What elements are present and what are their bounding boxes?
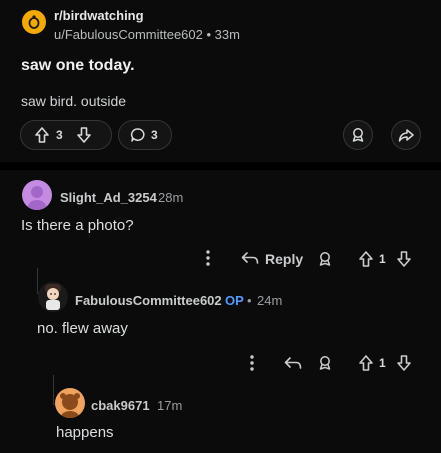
op-badge: OP: [225, 293, 244, 308]
comment-thread: Slight_Ad_3254 28m Is there a photo? Rep…: [0, 170, 441, 453]
post-body: saw bird. outside: [21, 93, 127, 109]
post-meta: u/FabulousCommittee602 • 33m: [54, 27, 240, 42]
meta-separator: •: [247, 293, 252, 308]
subreddit-icon[interactable]: [22, 10, 46, 34]
comment-text: happens: [56, 424, 114, 441]
comment-text: no. flew away: [37, 320, 128, 337]
downvote-arrow-icon[interactable]: [76, 127, 91, 143]
vote-control: 3: [20, 120, 112, 150]
subreddit-name[interactable]: r/birdwatching: [54, 8, 144, 23]
comment-age: 17m: [157, 398, 183, 413]
more-vertical-icon[interactable]: [202, 248, 214, 268]
post-title[interactable]: saw one today.: [21, 57, 135, 75]
comments-button[interactable]: 3: [118, 120, 172, 150]
upvote-arrow-icon[interactable]: [359, 250, 373, 268]
comment-author[interactable]: cbak9671: [91, 398, 150, 413]
share-icon: [398, 127, 414, 143]
avatar[interactable]: [22, 180, 52, 210]
comment-vote-count: 1: [379, 252, 386, 266]
award-icon[interactable]: [316, 250, 334, 268]
reply-arrow-icon[interactable]: [284, 355, 302, 371]
reply-button[interactable]: Reply: [265, 251, 303, 267]
comment-age: 28m: [158, 190, 184, 205]
comment-vote-count: 1: [379, 356, 386, 370]
thread-line: [37, 268, 38, 294]
thread-line: [53, 375, 54, 405]
post-card: r/birdwatching u/FabulousCommittee602 • …: [0, 0, 441, 162]
more-vertical-icon[interactable]: [246, 353, 258, 373]
avatar[interactable]: [38, 282, 68, 312]
section-divider: [0, 162, 441, 170]
post-author[interactable]: u/FabulousCommittee602: [54, 27, 203, 42]
comment-bubble-icon: [130, 127, 146, 143]
post-vote-count: 3: [56, 128, 63, 142]
award-button[interactable]: [343, 120, 373, 150]
comment-text: Is there a photo?: [21, 217, 134, 234]
downvote-arrow-icon[interactable]: [397, 250, 411, 268]
award-icon: [350, 127, 366, 143]
meta-separator: •: [206, 27, 212, 42]
upvote-arrow-icon[interactable]: [359, 354, 373, 372]
downvote-arrow-icon[interactable]: [397, 354, 411, 372]
avatar[interactable]: [55, 388, 85, 418]
post-age: 33m: [214, 27, 240, 42]
comment-author[interactable]: Slight_Ad_3254: [60, 190, 157, 205]
upvote-arrow-icon[interactable]: [35, 127, 49, 143]
post-comment-count: 3: [151, 128, 158, 142]
share-button[interactable]: [391, 120, 421, 150]
comment-age: 24m: [257, 293, 283, 308]
award-icon[interactable]: [316, 354, 334, 372]
reply-arrow-icon[interactable]: [240, 250, 260, 266]
comment-author[interactable]: FabulousCommittee602: [75, 293, 222, 308]
